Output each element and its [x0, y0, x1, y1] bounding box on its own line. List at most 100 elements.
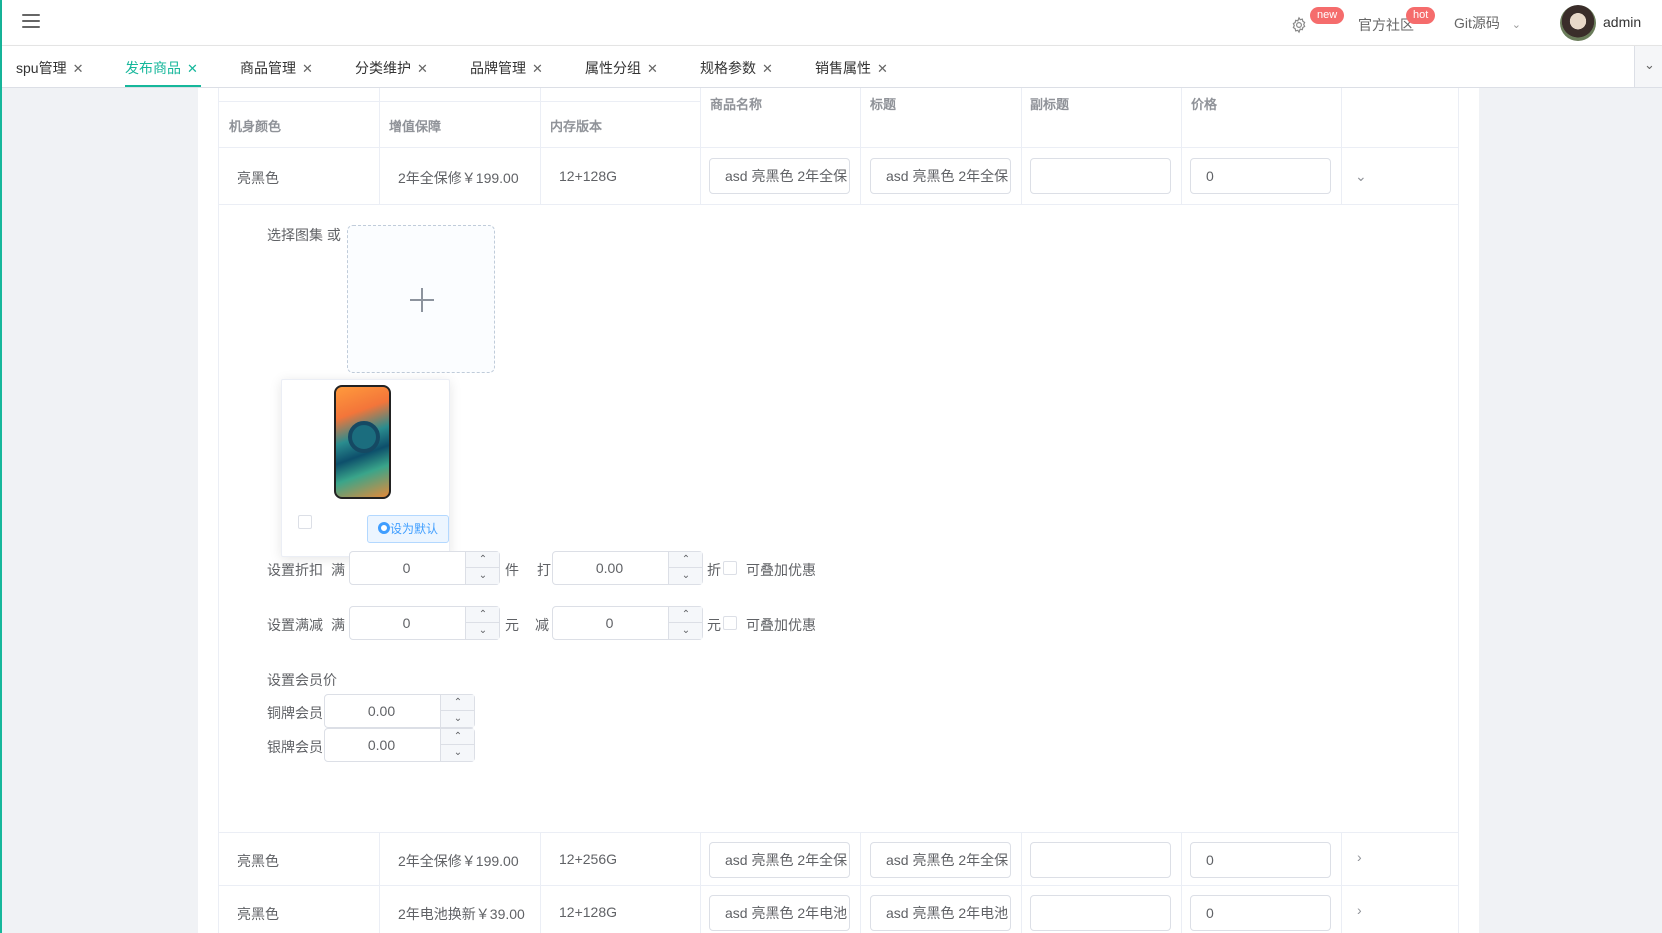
product-name-input[interactable]: asd 亮黑色 2年全保 [709, 158, 850, 194]
title-input[interactable]: asd 亮黑色 2年电池 [870, 895, 1011, 931]
price-input[interactable]: 0 [1190, 842, 1331, 878]
tab-label: 商品管理 [240, 60, 296, 76]
decrease-icon[interactable]: ⌄ [441, 711, 475, 727]
stepper-controls: ⌃ ⌄ [440, 695, 475, 727]
close-icon[interactable]: ✕ [73, 61, 84, 76]
set-default-radio[interactable]: 设为默认 [367, 515, 449, 543]
header-price: 价格 [1191, 97, 1218, 112]
tags-dropdown-toggle[interactable]: ⌄ [1634, 46, 1662, 87]
stepper-value: 0 [402, 560, 411, 576]
col-divider [860, 148, 861, 205]
col-divider [860, 88, 861, 148]
silver-price-stepper[interactable]: 0.00 ⌃ ⌄ [324, 728, 475, 762]
settings-gear-icon[interactable] [1290, 16, 1308, 34]
chevron-down-icon[interactable]: ⌄ [1355, 168, 1367, 185]
increase-icon[interactable]: ⌃ [466, 552, 500, 568]
discount-stack-label: 可叠加优惠 [746, 562, 816, 578]
price-input[interactable]: 0 [1190, 158, 1331, 194]
chevron-right-icon[interactable]: › [1357, 902, 1362, 918]
close-icon[interactable]: ✕ [762, 61, 773, 76]
decrease-icon[interactable]: ⌄ [466, 623, 500, 639]
increase-icon[interactable]: ⌃ [441, 695, 475, 711]
col-divider [700, 886, 701, 933]
image-card: 设为默认 [281, 379, 450, 557]
tab-item[interactable]: 属性分组 ✕ [585, 58, 658, 78]
tab-item[interactable]: 发布商品 ✕ [125, 58, 198, 78]
main-content: 机身颜色 增值保障 内存版本 商品名称 标题 副标题 价格 亮黑色 2年全保修￥… [2, 88, 1662, 933]
tab-item[interactable]: 销售属性 ✕ [815, 58, 888, 78]
reduction-amount-stepper[interactable]: 0 ⌃ ⌄ [349, 606, 500, 640]
set-default-label: 设为默认 [390, 522, 439, 536]
cell-warranty: 2年全保修￥199.00 [398, 853, 519, 869]
git-source-link[interactable]: Git源码 ⌄ [1454, 13, 1521, 33]
col-divider [700, 833, 701, 886]
tab-item[interactable]: 分类维护 ✕ [355, 58, 428, 78]
bronze-price-stepper[interactable]: 0.00 ⌃ ⌄ [324, 694, 475, 728]
active-tab-underline [125, 85, 201, 87]
tags-view-bar: spu管理 ✕ 发布商品 ✕ 商品管理 ✕ 分类维护 ✕ 品牌管理 ✕ 属性分组 ✕ 规格参数 ✕ 销售属性… [2, 46, 1662, 88]
discount-full-label: 满 [331, 562, 345, 578]
reduction-label: 设置满减 [267, 617, 323, 633]
tab-label: 规格参数 [700, 60, 756, 76]
decrease-icon[interactable]: ⌄ [669, 568, 703, 584]
increase-icon[interactable]: ⌃ [669, 552, 703, 568]
cell-storage: 12+128G [559, 168, 617, 184]
subtitle-input[interactable] [1030, 895, 1171, 931]
reduction-minus-stepper[interactable]: 0 ⌃ ⌄ [552, 606, 703, 640]
increase-icon[interactable]: ⌃ [669, 607, 703, 623]
image-upload-box[interactable] [347, 225, 495, 373]
cell-color: 亮黑色 [237, 170, 279, 186]
tab-label: 品牌管理 [470, 60, 526, 76]
tab-item[interactable]: 规格参数 ✕ [700, 58, 773, 78]
increase-icon[interactable]: ⌃ [441, 729, 475, 745]
tab-label: 销售属性 [815, 60, 871, 76]
stepper-value: 0.00 [367, 737, 396, 753]
chevron-right-icon[interactable]: › [1357, 849, 1362, 865]
tab-item[interactable]: spu管理 ✕ [16, 58, 83, 78]
title-input[interactable]: asd 亮黑色 2年全保 [870, 158, 1011, 194]
tab-item[interactable]: 商品管理 ✕ [240, 58, 313, 78]
col-divider [1341, 833, 1342, 886]
reduction-minus-label: 减 [535, 617, 549, 633]
image-select-checkbox[interactable] [298, 515, 312, 529]
decrease-icon[interactable]: ⌄ [669, 623, 703, 639]
discount-rate-stepper[interactable]: 0.00 ⌃ ⌄ [552, 551, 703, 585]
close-icon[interactable]: ✕ [187, 61, 198, 76]
col-divider [1181, 88, 1182, 148]
product-name-input[interactable]: asd 亮黑色 2年电池 [709, 895, 850, 931]
discount-count-stepper[interactable]: 0 ⌃ ⌄ [349, 551, 500, 585]
col-divider [379, 886, 380, 933]
stepper-value: 0.00 [595, 560, 624, 576]
username-label[interactable]: admin [1603, 14, 1641, 30]
stepper-controls: ⌃ ⌄ [668, 607, 703, 639]
decrease-icon[interactable]: ⌄ [466, 568, 500, 584]
user-avatar[interactable] [1560, 5, 1596, 41]
header-warranty: 增值保障 [389, 119, 442, 134]
increase-icon[interactable]: ⌃ [466, 607, 500, 623]
subtitle-input[interactable] [1030, 158, 1171, 194]
product-name-input[interactable]: asd 亮黑色 2年全保 [709, 842, 850, 878]
decrease-icon[interactable]: ⌄ [441, 745, 475, 761]
hamburger-menu-icon[interactable] [22, 14, 40, 28]
radio-icon [378, 522, 390, 534]
close-icon[interactable]: ✕ [647, 61, 658, 76]
close-icon[interactable]: ✕ [417, 61, 428, 76]
reduction-stack-checkbox[interactable] [723, 616, 737, 630]
cell-color: 亮黑色 [237, 853, 279, 869]
close-icon[interactable]: ✕ [532, 61, 543, 76]
close-icon[interactable]: ✕ [877, 61, 888, 76]
discount-stack-checkbox[interactable] [723, 561, 737, 575]
chevron-down-icon: ⌄ [1511, 19, 1521, 31]
col-divider [1181, 833, 1182, 886]
subtitle-input[interactable] [1030, 842, 1171, 878]
cell-storage: 12+128G [559, 904, 617, 920]
col-divider [1021, 833, 1022, 886]
col-divider [540, 886, 541, 933]
tab-item[interactable]: 品牌管理 ✕ [470, 58, 543, 78]
close-icon[interactable]: ✕ [302, 61, 313, 76]
cell-storage: 12+256G [559, 851, 617, 867]
select-images-label: 选择图集 或 [267, 227, 341, 243]
chevron-down-icon: ⌄ [1644, 57, 1655, 72]
title-input[interactable]: asd 亮黑色 2年全保 [870, 842, 1011, 878]
price-input[interactable]: 0 [1190, 895, 1331, 931]
